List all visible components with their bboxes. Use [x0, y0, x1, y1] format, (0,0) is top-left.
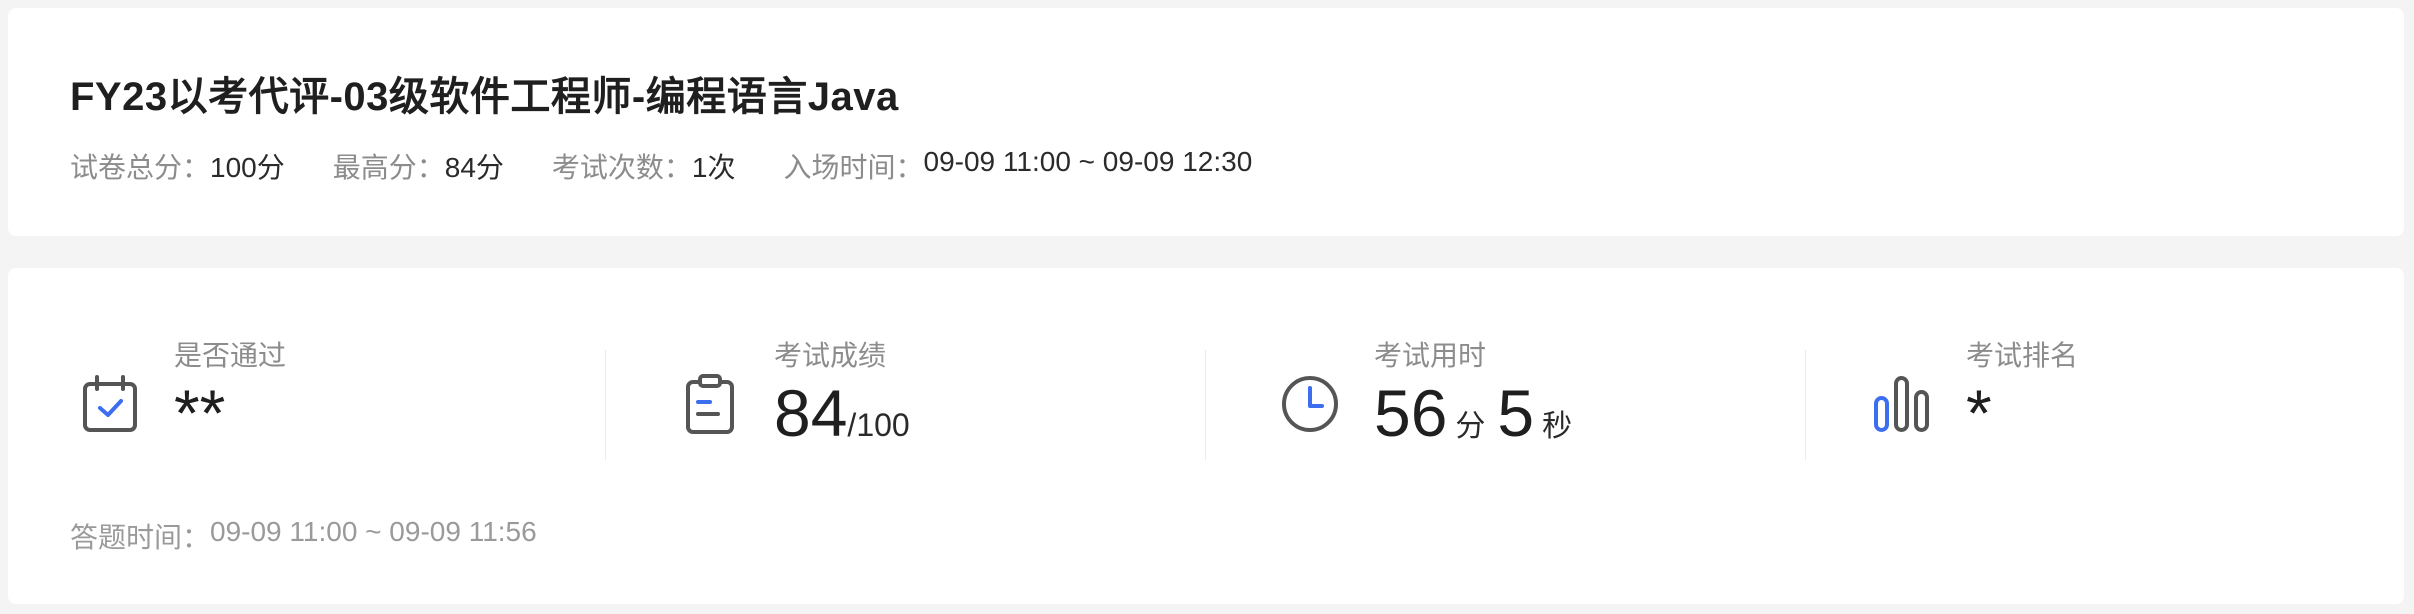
exam-meta-row: 试卷总分： 100分 最高分： 84分 考试次数： 1次 入场时间： 09-09…: [70, 146, 1300, 186]
stat-value: 56 分 5 秒: [1374, 380, 1584, 446]
bar-chart-icon: [1874, 376, 1929, 432]
stat-label: 考试成绩: [774, 340, 887, 371]
answer-time: 答题时间： 09-09 11:00 ~ 09-09 11:56: [70, 516, 537, 556]
meta-label: 考试次数：: [551, 152, 692, 183]
answer-time-label: 答题时间：: [70, 522, 211, 553]
divider: [1805, 350, 1806, 460]
stat-value: **: [174, 380, 225, 446]
meta-label: 最高分：: [332, 152, 445, 183]
stat-duration: 考试用时 56 分 5 秒: [1278, 334, 1838, 454]
stat-passed: 是否通过 **: [78, 334, 638, 454]
stat-score: 考试成绩 84 /100: [678, 334, 1238, 454]
clipboard-icon: [686, 374, 734, 434]
duration-seconds: 5: [1497, 376, 1535, 450]
stat-value: 84 /100: [774, 380, 910, 446]
clock-icon: [1282, 376, 1338, 432]
stat-label: 考试用时: [1374, 340, 1487, 371]
meta-label: 入场时间：: [783, 152, 924, 183]
meta-value: 09-09 11:00 ~ 09-09 12:30: [923, 146, 1253, 177]
seconds-unit: 秒: [1542, 410, 1573, 443]
rank-value: *: [1966, 376, 1992, 450]
exam-title: FY23以考代评-03级软件工程师-编程语言Java: [70, 75, 899, 119]
meta-value: 1次: [691, 152, 736, 183]
meta-highest-score: 最高分： 84分: [333, 146, 504, 186]
minutes-unit: 分: [1455, 410, 1486, 443]
stat-label: 考试排名: [1966, 340, 2079, 371]
meta-value: 100分: [210, 152, 285, 183]
meta-attempts: 考试次数： 1次: [552, 146, 736, 186]
duration-minutes: 56: [1374, 376, 1448, 450]
exam-info-card: FY23以考代评-03级软件工程师-编程语言Java 试卷总分： 100分 最高…: [8, 8, 2404, 236]
answer-time-value: 09-09 11:00 ~ 09-09 11:56: [210, 516, 537, 547]
meta-total-score: 试卷总分： 100分: [70, 146, 285, 186]
stat-label: 是否通过: [174, 340, 287, 371]
divider: [1205, 350, 1206, 460]
stat-rank: 考试排名 *: [1870, 334, 2414, 454]
calendar-check-icon: [83, 375, 137, 432]
divider: [605, 350, 606, 460]
stat-value: *: [1966, 380, 1992, 446]
exam-result-card: 是否通过 ** 考试成绩 84 /100 考试用时 56 分 5 秒 考试排名 …: [8, 268, 2404, 604]
score-value: 84: [774, 376, 848, 450]
score-total: /100: [847, 407, 910, 443]
meta-value: 84分: [444, 152, 504, 183]
meta-label: 试卷总分：: [70, 152, 211, 183]
passed-value: **: [174, 376, 226, 450]
meta-entry-time: 入场时间： 09-09 11:00 ~ 09-09 12:30: [784, 146, 1253, 186]
